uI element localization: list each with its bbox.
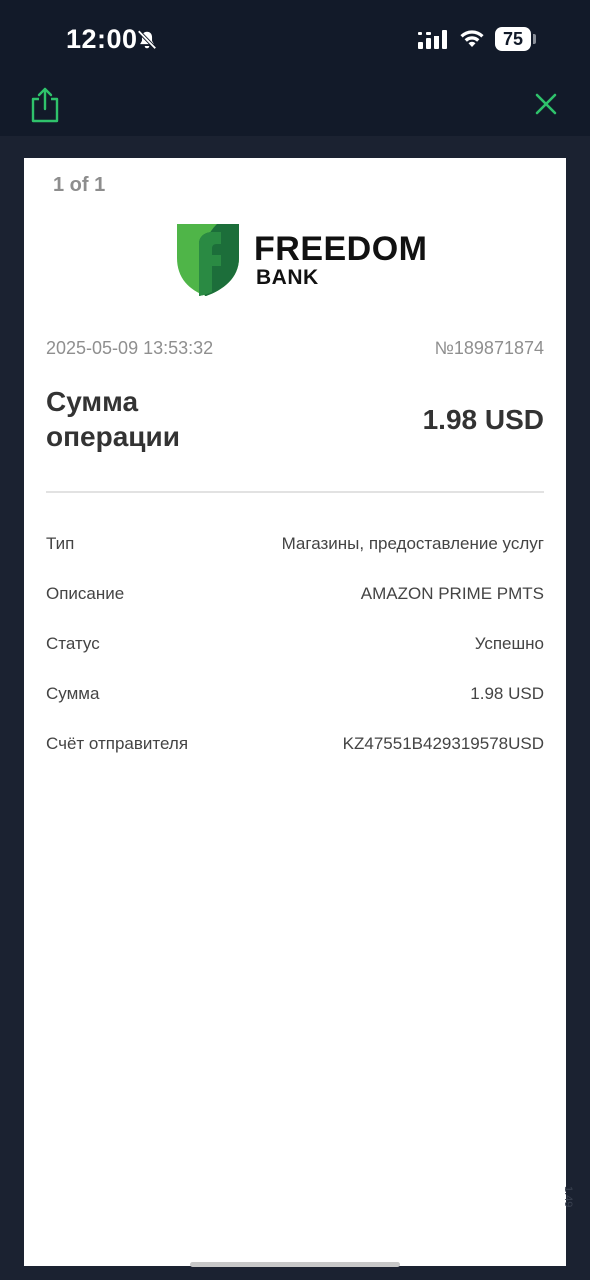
screen: 12:00 75 1 of 1 FREEDOM BANK 2025-05-09 … — [0, 0, 590, 1280]
divider — [46, 491, 544, 493]
detail-value: KZ47551B429319578USD — [342, 734, 544, 753]
close-icon[interactable] — [532, 90, 560, 118]
detail-value: Успешно — [474, 634, 544, 653]
status-bar: 12:00 75 — [0, 0, 590, 80]
toolbar — [0, 80, 590, 136]
battery-icon: 75 — [495, 27, 531, 51]
signal-icon — [418, 30, 447, 49]
detail-value: 1.98 USD — [470, 684, 544, 703]
logo-text-freedom: FREEDOM — [254, 230, 428, 268]
transaction-datetime: 2025-05-09 13:53:32 — [46, 338, 214, 358]
detail-row-status: Статус Успешно — [46, 634, 544, 664]
detail-value: AMAZON PRIME PMTS — [360, 584, 544, 603]
detail-row-description: Описание AMAZON PRIME PMTS — [46, 584, 544, 614]
amount-value: 1.98 USD — [422, 404, 544, 435]
detail-label: Описание — [46, 584, 125, 603]
bank-logo: FREEDOM BANK — [177, 224, 427, 296]
amount-label: Сумма операции — [46, 386, 180, 452]
wifi-icon — [460, 30, 484, 47]
battery-nub — [533, 34, 536, 44]
status-time: 12:00 — [66, 24, 138, 54]
detail-value: Магазины, предоставление услуг — [281, 534, 544, 553]
version-label: 1.49 — [562, 1186, 574, 1208]
detail-row-type: Тип Магазины, предоставление услуг — [46, 534, 544, 564]
transaction-number: №189871874 — [434, 338, 544, 358]
detail-label: Тип — [46, 534, 75, 553]
bell-slash-icon — [137, 30, 157, 50]
detail-label: Счёт отправителя — [46, 734, 189, 753]
shield-logo-icon — [177, 224, 239, 296]
page-counter: 1 of 1 — [53, 174, 106, 196]
receipt-page: 1 of 1 FREEDOM BANK 2025-05-09 13:53:32 … — [24, 158, 566, 1266]
logo-text-bank: BANK — [256, 266, 319, 289]
detail-row-amount: Сумма 1.98 USD — [46, 684, 544, 714]
detail-row-sender-account: Счёт отправителя KZ47551B429319578USD — [46, 734, 544, 764]
home-indicator[interactable] — [190, 1262, 400, 1267]
share-icon[interactable] — [28, 86, 62, 124]
document-viewer[interactable]: 1 of 1 FREEDOM BANK 2025-05-09 13:53:32 … — [0, 136, 590, 1280]
detail-label: Статус — [46, 634, 100, 653]
detail-label: Сумма — [46, 684, 100, 703]
